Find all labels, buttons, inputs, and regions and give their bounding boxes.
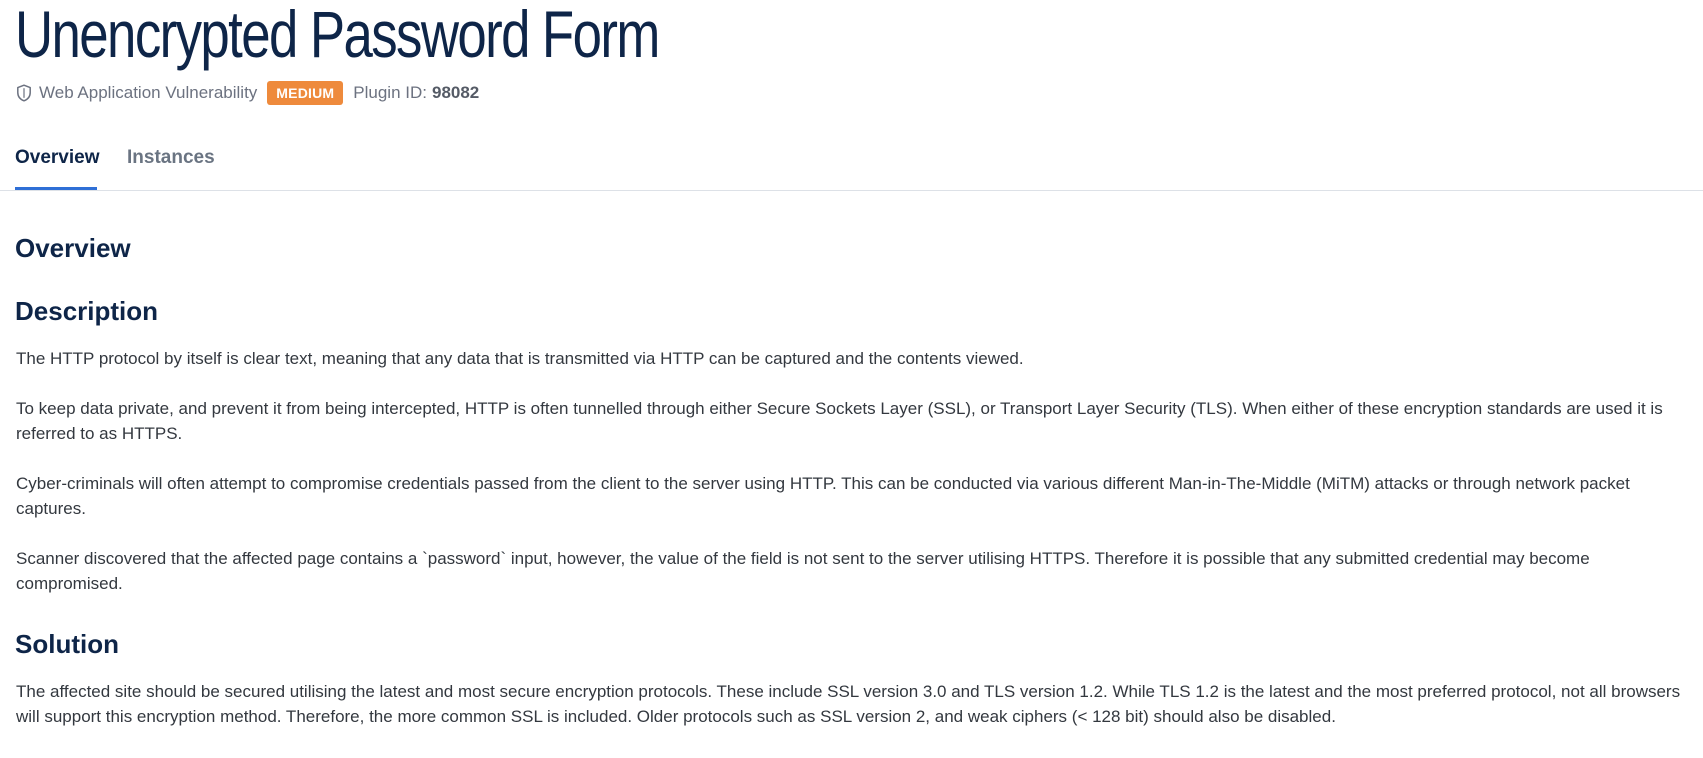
vulnerability-category: Web Application Vulnerability [39, 83, 258, 102]
description-heading: Description [15, 296, 159, 326]
description-paragraph-1: The HTTP protocol by itself is clear tex… [16, 349, 1024, 368]
solution-heading: Solution [15, 629, 119, 659]
plugin-id-value: 98082 [431, 83, 480, 102]
tab-instances[interactable]: Instances [127, 146, 215, 170]
description-paragraph-4: Scanner discovered that the affected pag… [16, 549, 1590, 593]
active-tab-indicator [15, 187, 97, 190]
description-paragraph-2: To keep data private, and prevent it fro… [16, 399, 1663, 443]
vulnerability-meta: Web Application Vulnerability MEDIUM Plu… [16, 80, 479, 106]
tab-overview[interactable]: Overview [15, 146, 100, 170]
vulnerability-detail-page: Unencrypted Password Form Web Applicatio… [0, 0, 1703, 758]
severity-badge: MEDIUM [267, 81, 344, 105]
tab-bar: Overview Instances [0, 128, 1703, 191]
overview-heading: Overview [15, 233, 131, 263]
description-paragraph-3: Cyber-criminals will often attempt to co… [16, 474, 1630, 518]
shield-icon [16, 84, 32, 102]
solution-paragraph-1: The affected site should be secured util… [16, 682, 1681, 726]
page-title: Unencrypted Password Form [15, 0, 660, 71]
plugin-id-label: Plugin ID: [353, 83, 427, 102]
